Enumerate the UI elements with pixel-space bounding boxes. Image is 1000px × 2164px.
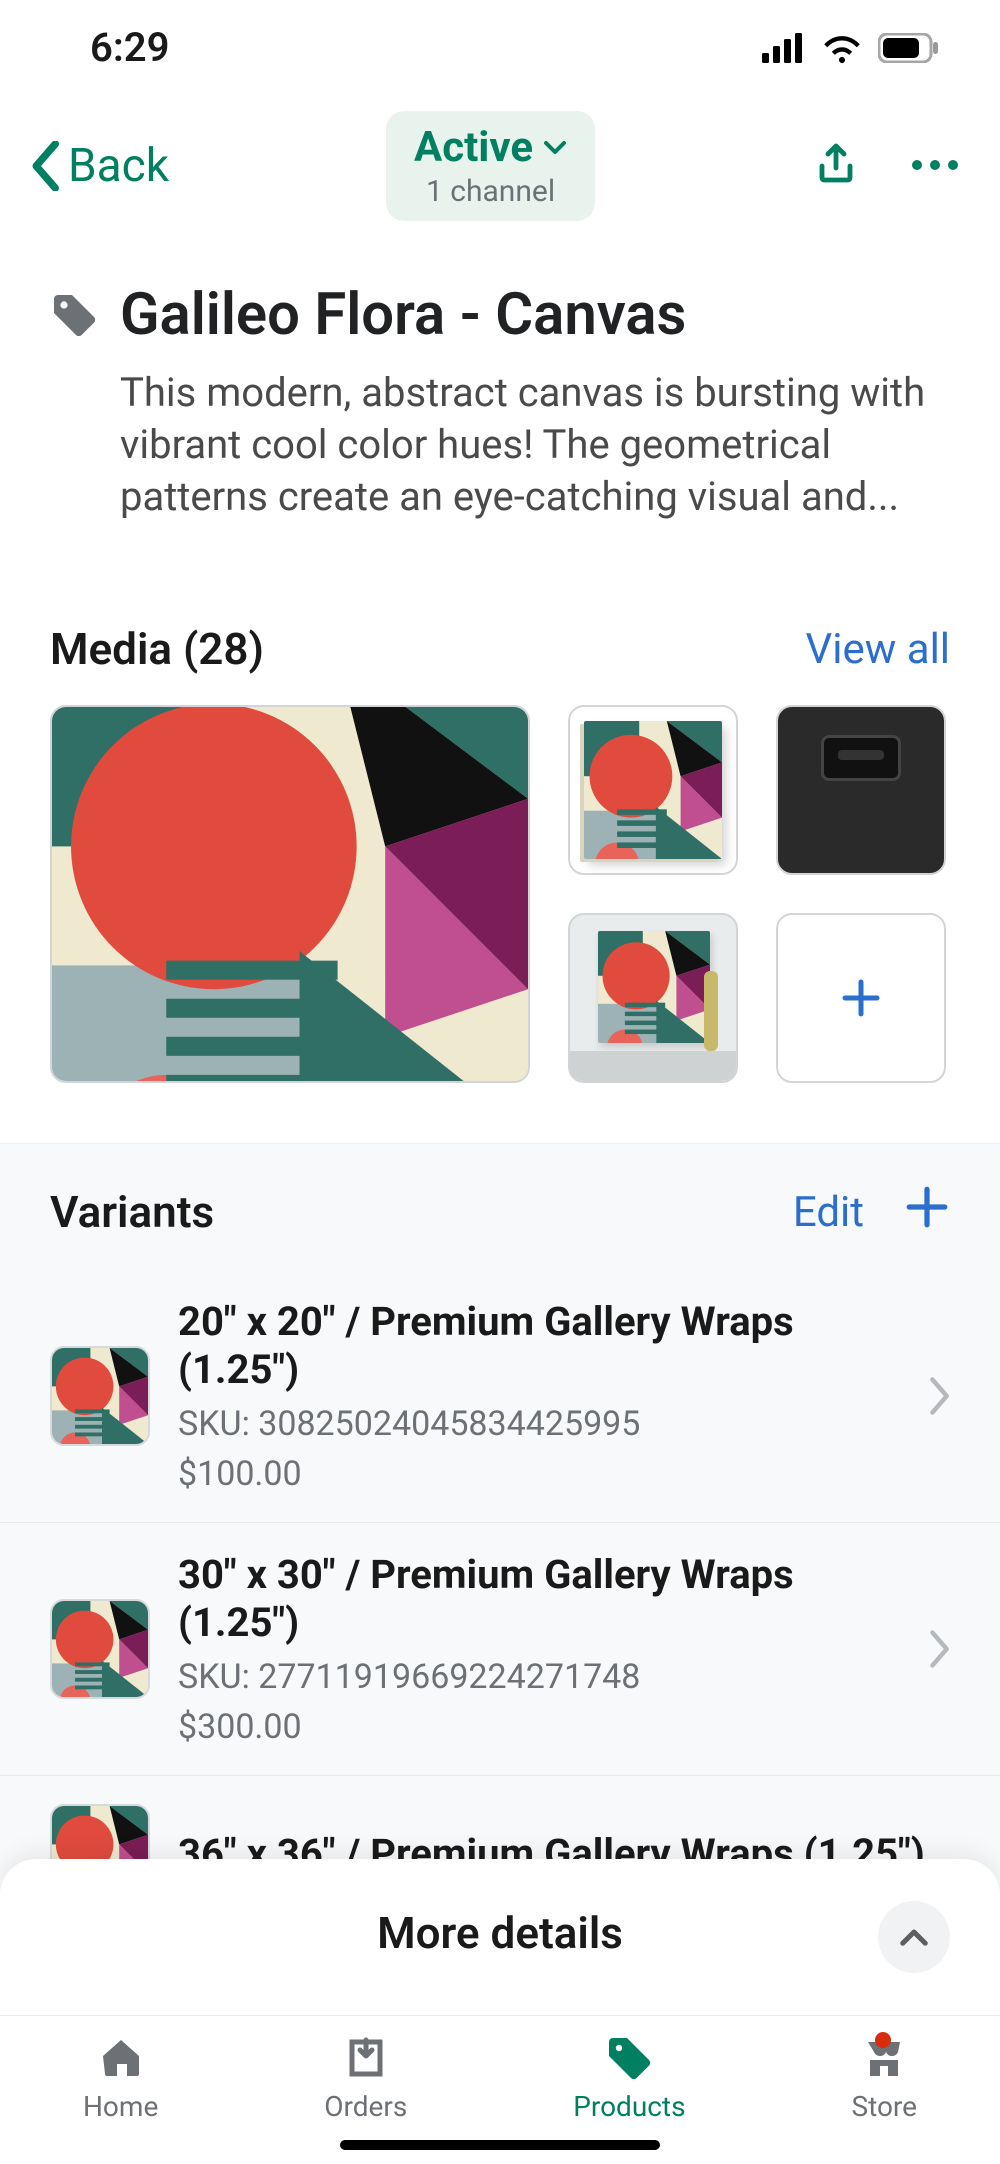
variants-add[interactable] xyxy=(904,1184,950,1240)
media-view-all[interactable]: View all xyxy=(806,625,950,674)
share-icon xyxy=(812,140,860,188)
media-heading: Media (28) xyxy=(50,623,264,675)
artwork-image xyxy=(52,707,528,1081)
status-pill[interactable]: Active 1 channel xyxy=(386,111,595,221)
tab-store[interactable]: Store xyxy=(851,2034,917,2123)
variants-heading: Variants xyxy=(50,1186,214,1238)
media-grid xyxy=(0,675,1000,1143)
status-pill-label: Active xyxy=(414,123,533,172)
battery-icon xyxy=(878,33,940,63)
plus-icon xyxy=(839,976,883,1020)
status-bar: 6:29 xyxy=(0,0,1000,81)
chevron-right-icon xyxy=(928,1377,950,1415)
collapse-button[interactable] xyxy=(878,1901,950,1973)
back-button[interactable]: Back xyxy=(30,139,169,193)
tab-home[interactable]: Home xyxy=(83,2034,158,2123)
variant-price: $100.00 xyxy=(178,1454,900,1494)
tab-label: Orders xyxy=(324,2090,407,2123)
hanger-icon xyxy=(821,735,901,781)
media-thumb-3[interactable] xyxy=(776,705,946,875)
add-media-button[interactable] xyxy=(776,913,946,1083)
chevron-up-icon xyxy=(898,1927,930,1947)
tag-icon xyxy=(50,291,98,339)
more-details-panel[interactable]: More details xyxy=(0,1859,1000,2016)
status-time: 6:29 xyxy=(90,24,169,71)
tab-label: Store xyxy=(851,2090,917,2123)
app-header: Back Active 1 channel xyxy=(0,81,1000,251)
variants-edit[interactable]: Edit xyxy=(793,1188,864,1237)
more-details-label: More details xyxy=(377,1907,623,1959)
share-button[interactable] xyxy=(812,140,860,192)
product-title: Galileo Flora - Canvas xyxy=(120,281,686,349)
chevron-right-icon xyxy=(928,1630,950,1668)
product-description: This modern, abstract canvas is bursting… xyxy=(50,367,950,523)
artwork-image xyxy=(584,721,722,859)
tab-orders[interactable]: Orders xyxy=(324,2034,407,2123)
variant-title: 30″ x 30″ / Premium Gallery Wraps (1.25″… xyxy=(178,1551,900,1647)
plus-icon xyxy=(904,1184,950,1230)
chevron-left-icon xyxy=(30,141,60,191)
status-pill-sub: 1 channel xyxy=(414,174,567,209)
cellular-icon xyxy=(762,33,806,63)
home-icon xyxy=(97,2034,145,2082)
home-indicator xyxy=(340,2140,660,2150)
media-thumb-main[interactable] xyxy=(50,705,530,1083)
tab-products[interactable]: Products xyxy=(573,2034,685,2123)
ellipsis-icon xyxy=(910,158,960,172)
variant-row[interactable]: 20″ x 20″ / Premium Gallery Wraps (1.25″… xyxy=(0,1270,1000,1523)
tab-label: Home xyxy=(83,2090,158,2123)
variant-sku: SKU: 30825024045834425995 xyxy=(178,1404,900,1444)
variant-title: 20″ x 20″ / Premium Gallery Wraps (1.25″… xyxy=(178,1298,900,1394)
artwork-image xyxy=(598,931,710,1043)
wifi-icon xyxy=(820,32,864,64)
products-icon xyxy=(605,2034,653,2082)
back-label: Back xyxy=(68,139,169,193)
variant-price: $300.00 xyxy=(178,1707,900,1747)
status-indicators xyxy=(762,32,940,64)
variant-row[interactable]: 30″ x 30″ / Premium Gallery Wraps (1.25″… xyxy=(0,1523,1000,1776)
notification-dot-icon xyxy=(875,2032,891,2048)
tab-label: Products xyxy=(573,2090,685,2123)
variant-sku: SKU: 27711919669224271748 xyxy=(178,1657,900,1697)
orders-icon xyxy=(342,2034,390,2082)
more-button[interactable] xyxy=(910,157,960,176)
chevron-down-icon xyxy=(543,140,567,156)
media-thumb-4[interactable] xyxy=(568,913,738,1083)
media-thumb-2[interactable] xyxy=(568,705,738,875)
